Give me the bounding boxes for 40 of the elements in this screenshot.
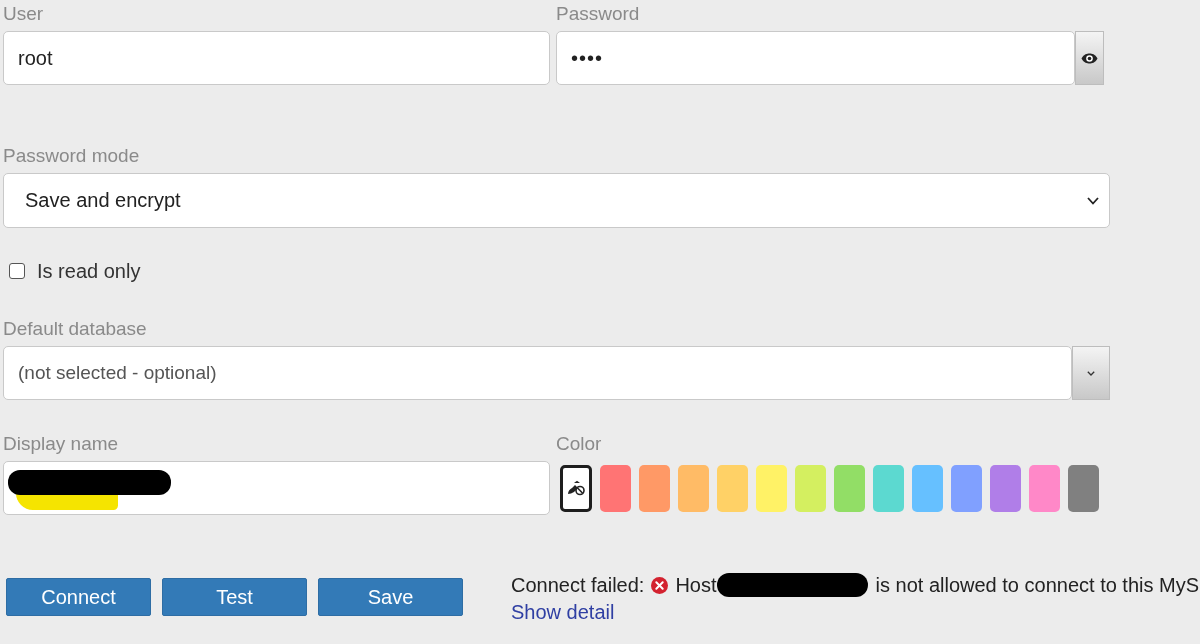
password-mode-select[interactable]: Save and encrypt <box>3 173 1110 228</box>
color-swatch[interactable] <box>756 464 787 512</box>
color-swatch[interactable] <box>951 464 982 512</box>
color-swatch[interactable] <box>873 464 904 512</box>
user-field[interactable]: root <box>3 31 550 85</box>
database-select[interactable]: (not selected - optional) <box>3 346 1072 400</box>
display-name-field[interactable] <box>3 461 550 515</box>
field-label: Color <box>556 433 603 455</box>
status-text: Connect failed: <box>511 573 645 597</box>
field-label: Display name <box>3 433 120 455</box>
color-swatch[interactable] <box>600 464 631 512</box>
color-swatch[interactable] <box>990 464 1021 512</box>
status-text: Host <box>675 573 717 597</box>
action-button[interactable]: Connect <box>6 578 151 616</box>
show-password-button[interactable] <box>1075 31 1104 85</box>
color-swatch[interactable] <box>795 464 826 512</box>
eye-icon <box>1081 52 1098 64</box>
color-swatch[interactable] <box>912 464 943 512</box>
color-swatch[interactable] <box>560 464 592 512</box>
action-button[interactable]: Save <box>318 578 463 616</box>
color-swatch[interactable] <box>678 464 709 512</box>
show-detail-link[interactable]: Show detail <box>511 600 615 624</box>
status-text: is not allowed to connect to this MyS <box>875 573 1200 597</box>
paint-bucket-slash-icon <box>567 480 585 496</box>
field-label: User <box>3 3 45 25</box>
checkbox-label[interactable]: Is read only <box>37 259 141 283</box>
action-button[interactable]: Test <box>162 578 307 616</box>
checkbox[interactable] <box>9 263 25 279</box>
chevron-down-icon <box>1087 196 1099 205</box>
color-swatch[interactable] <box>834 464 865 512</box>
color-swatch[interactable] <box>1068 464 1099 512</box>
field-label: Default database <box>3 318 148 340</box>
password-field[interactable]: •••• <box>556 31 1075 85</box>
chevron-down-icon <box>1087 370 1095 376</box>
color-swatch[interactable] <box>1029 464 1060 512</box>
field-label: Password <box>556 3 641 25</box>
color-swatch[interactable] <box>639 464 670 512</box>
color-swatch[interactable] <box>717 464 748 512</box>
dropdown-button[interactable] <box>1072 346 1110 400</box>
field-label: Password mode <box>3 145 141 167</box>
